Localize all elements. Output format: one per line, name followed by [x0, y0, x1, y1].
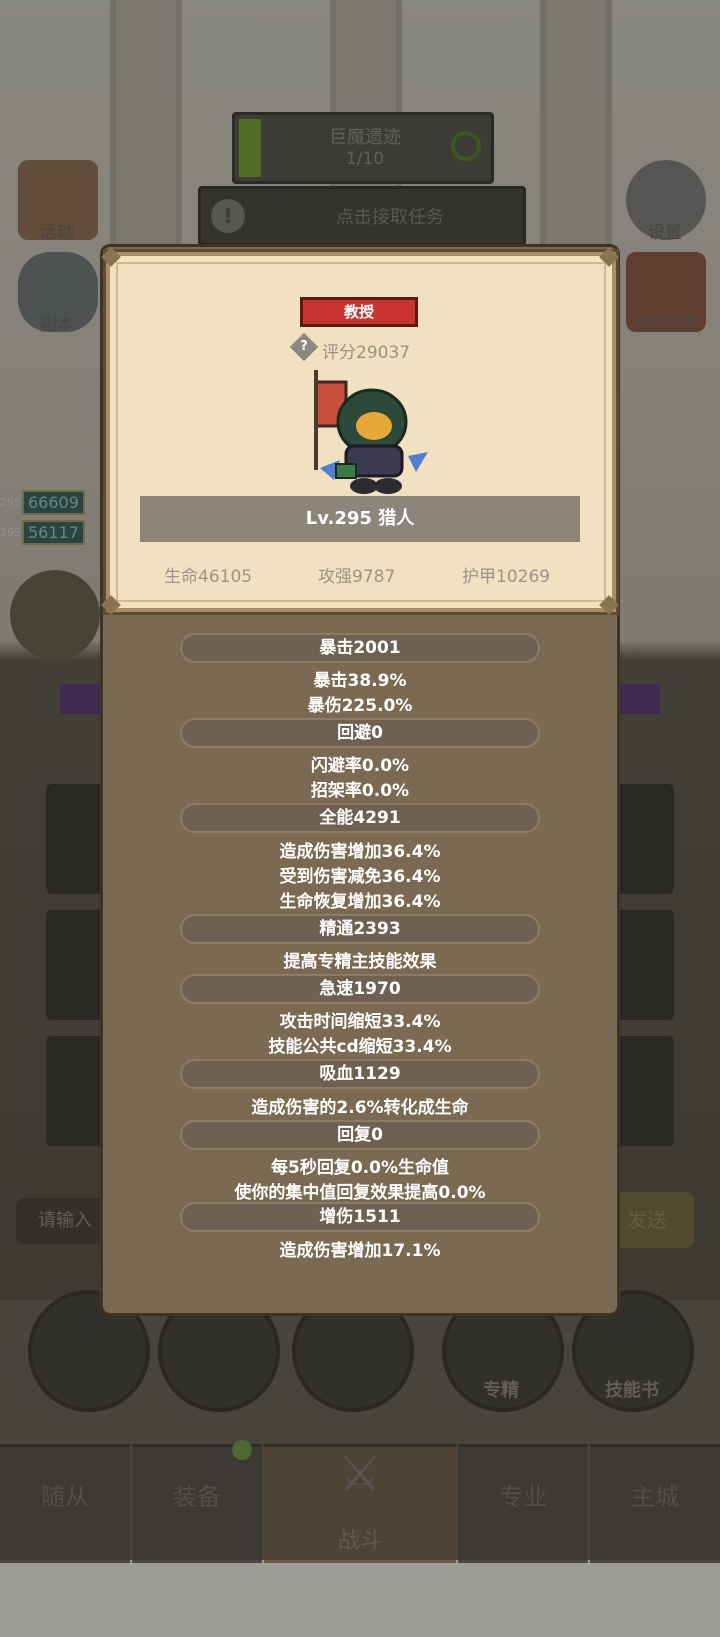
stat-line: 使你的集中值回复效果提高0.0% [234, 1183, 486, 1203]
stat-header-regen: 回复0 [180, 1120, 540, 1150]
stat-line: 闪避率0.0% [310, 756, 410, 776]
rank-badge: 教授 [300, 297, 418, 327]
stat-line: 暴伤225.0% [307, 696, 413, 716]
stat-line: 技能公共cd缩短33.4% [268, 1037, 452, 1057]
armor-stat: 护甲10269 [462, 567, 551, 587]
attack-stat: 攻强9787 [318, 567, 396, 587]
stat-header-avoidance: 回避0 [180, 718, 540, 748]
question-icon[interactable]: ? [289, 332, 319, 362]
stat-line: 暴击38.9% [313, 671, 407, 691]
stat-header-leech: 吸血1129 [180, 1059, 540, 1089]
character-name-banner: Lv.295 猎人 [140, 496, 580, 542]
stat-header-damage-bonus: 增伤1511 [180, 1202, 540, 1232]
stat-header-mastery: 精通2393 [180, 914, 540, 944]
hunter-character-sprite [314, 370, 428, 494]
stat-header-haste: 急速1970 [180, 974, 540, 1004]
stat-line: 招架率0.0% [310, 781, 410, 801]
stat-header-versatility: 全能4291 [180, 803, 540, 833]
stat-line: 受到伤害减免36.4% [279, 867, 441, 887]
stat-line: 提高专精主技能效果 [283, 952, 437, 972]
stat-line: 造成伤害增加36.4% [279, 842, 441, 862]
stat-header-crit: 暴击2001 [180, 633, 540, 663]
hp-stat: 生命46105 [164, 567, 253, 587]
stat-line: 每5秒回复0.0%生命值 [271, 1158, 449, 1178]
stat-line: 生命恢复增加36.4% [279, 892, 441, 912]
stat-line: 造成伤害的2.6%转化成生命 [251, 1098, 469, 1118]
stat-line: 造成伤害增加17.1% [279, 1241, 441, 1261]
stat-line: 攻击时间缩短33.4% [279, 1012, 441, 1032]
